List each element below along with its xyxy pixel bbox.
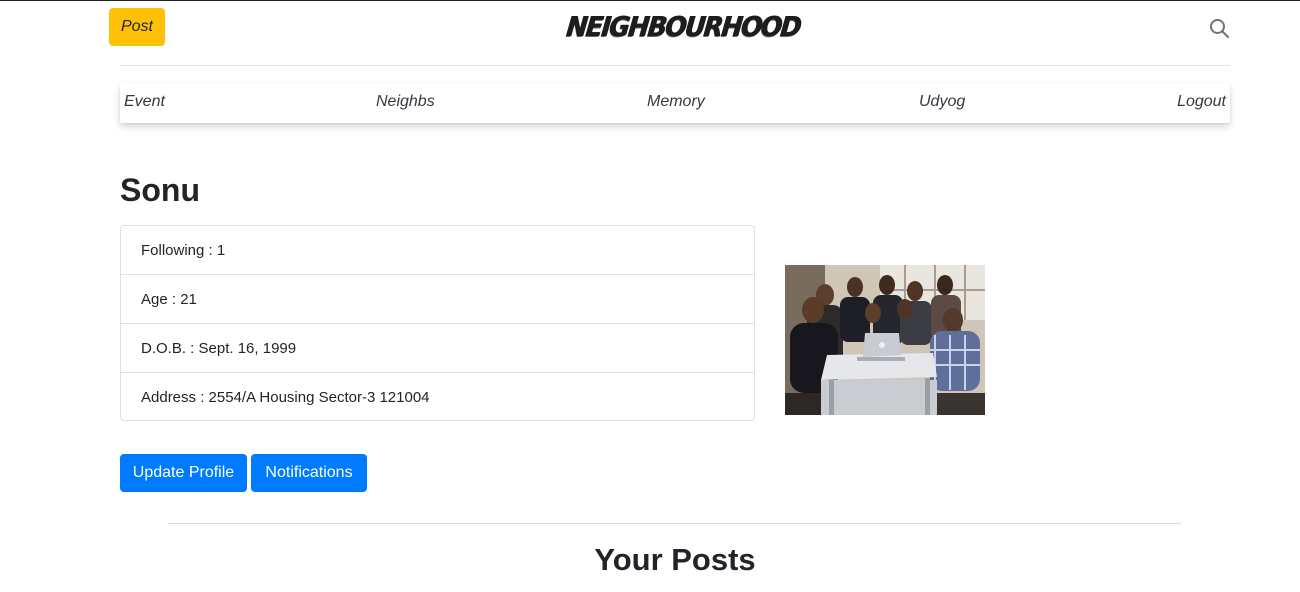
header-divider	[120, 65, 1230, 66]
main-nav: Event Neighbs Memory Udyog Logout	[120, 83, 1230, 123]
profile-name: Sonu	[120, 172, 200, 208]
update-profile-button[interactable]: Update Profile	[120, 454, 247, 492]
nav-item-neighbs[interactable]: Neighbs	[376, 93, 435, 111]
profile-address: Address : 2554/A Housing Sector-3 121004	[141, 389, 430, 406]
notifications-button[interactable]: Notifications	[251, 454, 367, 492]
nav-item-event[interactable]: Event	[124, 93, 165, 111]
post-button[interactable]: Post	[109, 8, 165, 46]
posts-section-title: Your Posts	[594, 542, 756, 577]
nav-item-udyog[interactable]: Udyog	[919, 93, 965, 111]
profile-details-list: Following : 1 Age : 21 D.O.B. : Sept. 16…	[120, 225, 755, 421]
profile-age: Age : 21	[121, 275, 754, 324]
posts-divider	[168, 523, 1181, 524]
search-icon[interactable]	[1208, 17, 1230, 39]
nav-item-logout[interactable]: Logout	[1177, 93, 1226, 111]
nav-item-memory[interactable]: Memory	[647, 93, 705, 111]
profile-photo	[785, 265, 985, 415]
profile-following: Following : 1	[121, 226, 754, 275]
brand-logo[interactable]: NEIGHBOURHOOD	[565, 5, 802, 47]
profile-dob: D.O.B. : Sept. 16, 1999	[121, 324, 754, 373]
